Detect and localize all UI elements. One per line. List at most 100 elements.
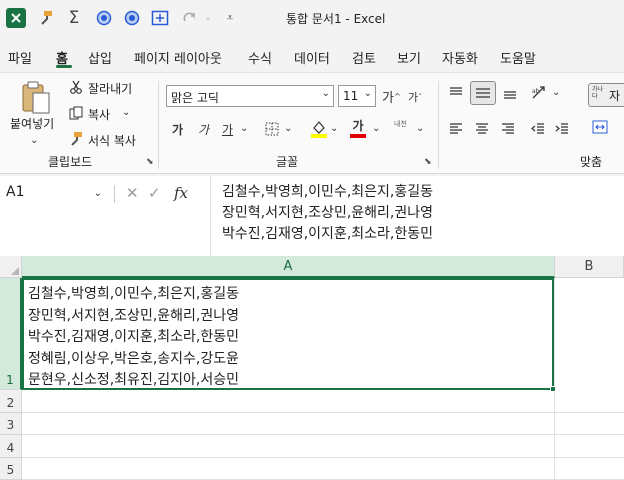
worksheet-grid: A B 1 2 3 4 5 김철수,박영희,이민수,최은지,홍길동 장민혁,서지… (0, 256, 624, 480)
underline-dropdown-icon[interactable]: ⌄ (240, 123, 248, 134)
paste-icon[interactable] (20, 81, 52, 114)
excel-app-icon[interactable] (6, 8, 26, 28)
decrease-indent-icon[interactable] (530, 121, 546, 137)
align-bottom-icon[interactable] (502, 85, 518, 101)
chevron-down-icon: ⌄ (321, 88, 330, 99)
formula-buttons: ✕ ✓ fx (122, 181, 208, 207)
tab-automate[interactable]: 자동화 (442, 48, 478, 67)
name-box[interactable]: A1 ⌄ (0, 181, 114, 207)
copy-icon[interactable] (68, 105, 84, 121)
redo-dropdown-icon[interactable]: ⌄ (198, 8, 218, 28)
paste-button[interactable]: 붙여넣기 (10, 115, 54, 132)
align-middle-button[interactable] (470, 81, 496, 105)
font-name-value: 맑은 고딕 (171, 91, 219, 105)
merge-center-icon[interactable] (592, 119, 608, 135)
gridline (22, 434, 624, 435)
formula-input[interactable]: 김철수,박영희,이민수,최은지,홍길동 장민혁,서지현,조상민,윤해리,권나영 … (222, 182, 433, 245)
font-launcher-icon[interactable]: ⬊ (424, 157, 432, 167)
format-painter-icon[interactable] (36, 8, 56, 28)
fill-color-dropdown-icon[interactable]: ⌄ (330, 123, 338, 134)
select-all-button[interactable] (0, 256, 22, 278)
grow-font-button[interactable]: 가 ^ (382, 87, 401, 106)
paste-dropdown-icon[interactable]: ⌄ (30, 135, 38, 146)
font-size-select[interactable]: 11 ⌄ (338, 85, 376, 107)
font-color-label: 가 (352, 119, 364, 133)
select-all-icon (11, 267, 19, 275)
phonetic-guide-button[interactable]: 내천 (394, 119, 407, 129)
align-middle-icon (476, 88, 490, 98)
chevron-down-icon: ⌄ (363, 88, 372, 99)
screen-capture-icon[interactable] (150, 8, 170, 28)
wrap-text-button[interactable]: 가나다 자 (588, 83, 624, 107)
orientation-icon[interactable]: ab (530, 83, 548, 101)
tab-data[interactable]: 데이터 (294, 48, 330, 67)
enter-icon[interactable]: ✓ (148, 184, 161, 202)
column-header-a[interactable]: A (22, 256, 555, 278)
row-header-3[interactable]: 3 (0, 413, 22, 435)
format-painter-button[interactable]: 서식 복사 (88, 132, 136, 149)
circle-icon[interactable] (122, 8, 142, 28)
grow-font-label: 가 (382, 91, 394, 106)
copy-button[interactable]: 복사 (88, 106, 110, 123)
increase-indent-icon[interactable] (554, 121, 570, 137)
cell-a1-value: 김철수,박영희,이민수,최은지,홍길동 장민혁,서지현,조상민,윤해리,권나영 … (28, 286, 239, 388)
wrap-text-label: 자 (609, 89, 621, 103)
name-box-value: A1 (6, 184, 25, 200)
format-painter-icon[interactable] (68, 131, 84, 147)
row-header-1[interactable]: 1 (0, 278, 22, 390)
align-center-icon[interactable] (474, 121, 490, 137)
tab-file[interactable]: 파일 (8, 48, 32, 67)
tab-insert[interactable]: 삽입 (88, 48, 112, 67)
tab-page-layout[interactable]: 페이지 레이아웃 (134, 48, 222, 67)
tab-view[interactable]: 보기 (397, 48, 421, 67)
autosum-icon[interactable]: Σ (64, 8, 84, 28)
orientation-dropdown-icon[interactable]: ⌄ (552, 87, 560, 98)
copy-dropdown-icon[interactable]: ⌄ (122, 107, 130, 118)
cell-a1[interactable]: 김철수,박영희,이민수,최은지,홍길동 장민혁,서지현,조상민,윤해리,권나영 … (22, 278, 554, 390)
divider (114, 185, 115, 203)
border-dropdown-icon[interactable]: ⌄ (284, 123, 292, 134)
italic-button[interactable]: 가 (198, 121, 209, 138)
insert-function-button[interactable]: fx (174, 184, 188, 202)
font-color-swatch (350, 134, 366, 138)
underline-button[interactable]: 가 (222, 121, 233, 138)
font-size-value: 11 (343, 89, 359, 103)
fill-color-icon[interactable] (310, 119, 328, 139)
row-header-4[interactable]: 4 (0, 435, 22, 458)
font-color-button[interactable]: 가 (350, 117, 366, 138)
circle-icon[interactable] (94, 8, 114, 28)
cut-icon[interactable] (68, 79, 84, 95)
clipboard-group-label: 클립보드 (48, 155, 93, 169)
font-color-dropdown-icon[interactable]: ⌄ (372, 123, 380, 134)
title-bar: Σ ⌄ ⩡ 통합 문서1 - Excel (0, 0, 624, 36)
tab-help[interactable]: 도움말 (500, 48, 536, 67)
bold-button[interactable]: 가 (172, 121, 183, 138)
formula-bar: A1 ⌄ ✕ ✓ fx 김철수,박영희,이민수,최은지,홍길동 장민혁,서지현,… (0, 176, 624, 256)
font-group-label: 글꼴 (276, 155, 299, 169)
align-right-icon[interactable] (500, 121, 516, 137)
shrink-font-button[interactable]: 가ˇ (408, 89, 422, 105)
border-icon[interactable] (264, 121, 280, 137)
ribbon: 붙여넣기 ⌄ 잘라내기 복사 ⌄ 서식 복사 클립보드 ⬊ 맑은 고딕 ⌄ 11… (0, 72, 624, 174)
column-header-b[interactable]: B (555, 256, 624, 278)
gridline (554, 278, 555, 480)
tab-formulas[interactable]: 수식 (248, 48, 272, 67)
gridline (22, 457, 624, 458)
row-header-2[interactable]: 2 (0, 390, 22, 413)
customize-qat-icon[interactable]: ⩡ (220, 8, 240, 28)
align-top-icon[interactable] (448, 85, 464, 101)
document-title: 통합 문서1 - Excel (286, 12, 386, 26)
shrink-font-label: 가 (408, 91, 419, 104)
font-name-select[interactable]: 맑은 고딕 ⌄ (166, 85, 334, 107)
row-header-5[interactable]: 5 (0, 458, 22, 480)
clipboard-launcher-icon[interactable]: ⬊ (146, 157, 154, 167)
phonetic-dropdown-icon[interactable]: ⌄ (416, 123, 424, 134)
ribbon-tabs: 파일 홈 삽입 페이지 레이아웃 수식 데이터 검토 보기 자동화 도움말 (0, 38, 624, 72)
redo-icon[interactable] (180, 8, 200, 28)
fill-handle[interactable] (550, 386, 556, 392)
gridline (22, 412, 624, 413)
tab-review[interactable]: 검토 (352, 48, 376, 67)
align-left-icon[interactable] (448, 121, 464, 137)
cut-button[interactable]: 잘라내기 (88, 80, 132, 97)
cancel-icon[interactable]: ✕ (126, 184, 139, 202)
